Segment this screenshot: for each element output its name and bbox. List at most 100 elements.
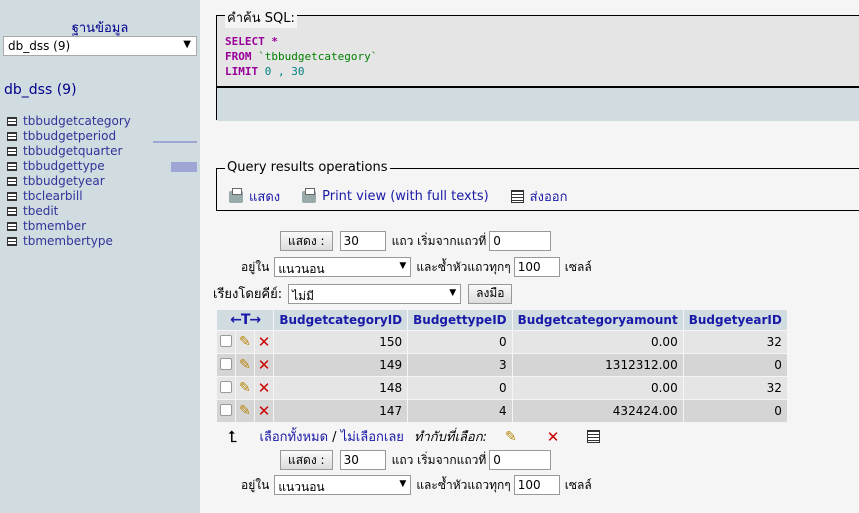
pencil-icon[interactable]: ✎ — [239, 357, 251, 373]
table-icon[interactable] — [7, 117, 17, 126]
table-item[interactable]: tbbudgetperiod — [7, 129, 131, 144]
row-checkbox[interactable] — [220, 334, 232, 347]
chevron-down-icon: ▼ — [399, 261, 407, 271]
table-link[interactable]: tbmembertype — [23, 234, 113, 249]
column-header[interactable]: BudgettypeID — [408, 310, 512, 330]
sql-toolbar-area — [217, 88, 859, 121]
delete-icon[interactable]: ✕ — [258, 379, 271, 397]
mode-select-value: แนวนอน — [278, 480, 325, 494]
table-icon[interactable] — [7, 147, 17, 156]
delete-icon[interactable]: ✕ — [258, 333, 271, 351]
column-header[interactable]: Budgetcategoryamount — [512, 310, 683, 330]
sort-header[interactable]: ←T→ — [217, 310, 274, 330]
export-label: ส่งออก — [529, 190, 568, 205]
database-select[interactable]: db_dss (9) ▼ — [3, 36, 197, 56]
cell: 432424.00 — [512, 400, 683, 422]
edit-cell: ✎ — [236, 331, 254, 353]
row-checkbox-cell — [217, 354, 235, 376]
table-item[interactable]: tbbudgettype — [7, 159, 131, 174]
sort-label: เรียงโดยคีย์: — [213, 287, 283, 302]
in-label: อยู่ใน — [241, 477, 270, 492]
table-item[interactable]: tbmember — [7, 219, 131, 234]
show-button[interactable]: แสดง : — [280, 231, 333, 251]
column-header[interactable]: BudgetcategoryID — [274, 310, 408, 330]
delete-icon[interactable]: ✕ — [547, 428, 560, 446]
table-item[interactable]: tbbudgetcategory — [7, 114, 131, 129]
delete-icon[interactable]: ✕ — [258, 402, 271, 420]
sort-select[interactable]: ไม่มี ▼ — [288, 283, 462, 304]
table-icon[interactable] — [7, 207, 17, 216]
rows-input[interactable]: 30 — [339, 231, 386, 251]
sql-star: * — [264, 35, 278, 48]
table-row: ✎ ✕ 148 0 0.00 32 — [217, 377, 787, 399]
database-title-link[interactable]: db_dss (9) — [4, 82, 77, 98]
mode-select[interactable]: แนวนอน ▼ — [274, 257, 412, 277]
table-item[interactable]: tbbudgetyear — [7, 174, 131, 189]
column-sort-icon[interactable]: ←T→ — [230, 312, 261, 328]
rows-input[interactable]: 30 — [339, 450, 386, 470]
cell: 32 — [683, 377, 787, 399]
start-row-input[interactable]: 0 — [489, 231, 552, 251]
table-row: ✎ ✕ 150 0 0.00 32 — [217, 331, 787, 353]
row-checkbox-cell — [217, 377, 235, 399]
row-checkbox[interactable] — [220, 380, 232, 393]
cell: 0 — [683, 354, 787, 376]
go-button[interactable]: ลงมือ — [468, 283, 513, 304]
chevron-down-icon: ▼ — [183, 39, 191, 50]
pencil-icon[interactable]: ✎ — [239, 380, 251, 396]
pencil-icon[interactable]: ✎ — [239, 403, 251, 419]
export-icon[interactable] — [587, 430, 601, 443]
uncheck-all-link[interactable]: ไม่เลือกเลย — [341, 430, 404, 445]
show-link[interactable]: แสดง — [229, 186, 280, 207]
export-link[interactable]: ส่งออก — [510, 186, 568, 207]
pencil-icon[interactable]: ✎ — [505, 429, 517, 445]
repeat-input[interactable]: 100 — [513, 475, 560, 495]
table-item[interactable]: tbclearbill — [7, 189, 131, 204]
row-checkbox-cell — [217, 400, 235, 422]
query-results-operations: Query results operations แสดง Print view… — [216, 160, 859, 211]
table-row: ✎ ✕ 149 3 1312312.00 0 — [217, 354, 787, 376]
table-item[interactable]: tbedit — [7, 204, 131, 219]
in-label: อยู่ใน — [241, 259, 270, 274]
table-link[interactable]: tbmember — [23, 219, 86, 234]
print-view-link[interactable]: Print view (with full texts) — [302, 186, 489, 207]
table-icon[interactable] — [7, 222, 17, 231]
table-link[interactable]: tbbudgetcategory — [23, 114, 131, 129]
table-icon[interactable] — [7, 177, 17, 186]
row-checkbox[interactable] — [220, 403, 232, 416]
table-link[interactable]: tbedit — [23, 204, 58, 219]
delete-icon[interactable]: ✕ — [258, 356, 271, 374]
navigation-form-top-2: อยู่ใน แนวนอน ▼ และซ้ำหัวแถวทุกๆ 100 เซลล… — [241, 257, 592, 277]
table-item[interactable]: tbmembertype — [7, 234, 131, 249]
table-link[interactable]: tbbudgetyear — [23, 174, 105, 189]
repeat-input[interactable]: 100 — [513, 257, 560, 277]
table-item[interactable]: tbbudgetquarter — [7, 144, 131, 159]
table-header-row: ←T→ BudgetcategoryID BudgettypeID Budget… — [217, 310, 787, 330]
sql-limit-values: 0 , 30 — [258, 65, 305, 78]
cell: 3 — [408, 354, 512, 376]
cells-label: เซลล์ — [564, 477, 592, 492]
table-icon[interactable] — [7, 132, 17, 141]
pencil-icon[interactable]: ✎ — [239, 334, 251, 350]
main-content: SELECT * FROM `tbbudgetcategory` LIMIT 0… — [200, 0, 859, 513]
delete-cell: ✕ — [254, 331, 274, 353]
print-icon — [229, 187, 243, 203]
table-icon[interactable] — [7, 237, 17, 246]
show-button[interactable]: แสดง : — [280, 450, 333, 470]
table-icon[interactable] — [7, 162, 17, 171]
table-icon[interactable] — [7, 192, 17, 201]
table-link[interactable]: tbbudgettype — [23, 159, 105, 174]
print-view-label: Print view (with full texts) — [322, 189, 489, 204]
row-checkbox[interactable] — [220, 357, 232, 370]
table-link[interactable]: tbclearbill — [23, 189, 83, 204]
check-all-link[interactable]: เลือกทั้งหมด — [259, 430, 328, 445]
edit-cell: ✎ — [236, 377, 254, 399]
delete-cell: ✕ — [254, 354, 274, 376]
table-link[interactable]: tbbudgetquarter — [23, 144, 122, 159]
selection-marker — [153, 141, 197, 143]
column-header[interactable]: BudgetyearID — [683, 310, 787, 330]
table-link[interactable]: tbbudgetperiod — [23, 129, 116, 144]
arrow-up-left-icon: ⮤ — [228, 426, 238, 446]
start-row-input[interactable]: 0 — [489, 450, 552, 470]
mode-select[interactable]: แนวนอน ▼ — [274, 475, 412, 495]
